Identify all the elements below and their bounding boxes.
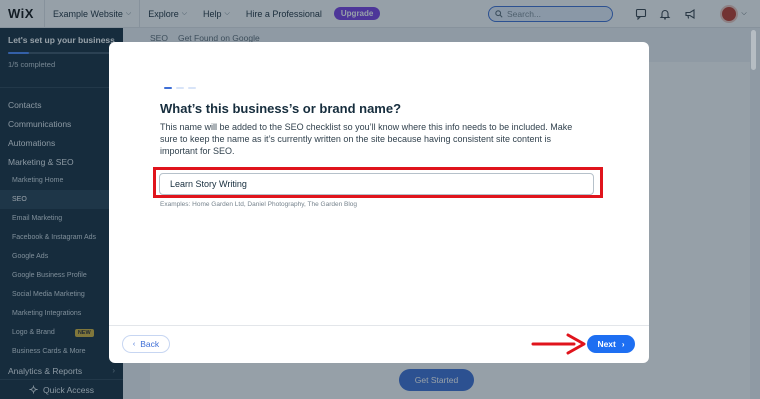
back-label: Back bbox=[140, 339, 160, 349]
step-dot bbox=[176, 87, 184, 89]
annotation-arrow-icon bbox=[531, 333, 586, 355]
step-dot bbox=[188, 87, 196, 89]
back-button[interactable]: ‹ Back bbox=[122, 335, 170, 353]
step-dot bbox=[164, 87, 172, 89]
seo-setup-modal: What’s this business’s or brand name? Th… bbox=[109, 42, 649, 363]
question-title: What’s this business’s or brand name? bbox=[160, 101, 402, 116]
chevron-left-icon: ‹ bbox=[132, 340, 136, 348]
next-label: Next bbox=[597, 339, 616, 349]
highlight-box bbox=[153, 167, 603, 198]
divider bbox=[109, 325, 649, 326]
examples-hint: Examples: Home Garden Ltd, Daniel Photog… bbox=[160, 201, 358, 208]
question-description: This name will be added to the SEO check… bbox=[160, 122, 573, 156]
chevron-right-icon: › bbox=[621, 339, 625, 349]
step-indicator bbox=[164, 87, 196, 89]
next-button[interactable]: Next › bbox=[587, 335, 635, 353]
scrollbar[interactable] bbox=[751, 30, 756, 70]
